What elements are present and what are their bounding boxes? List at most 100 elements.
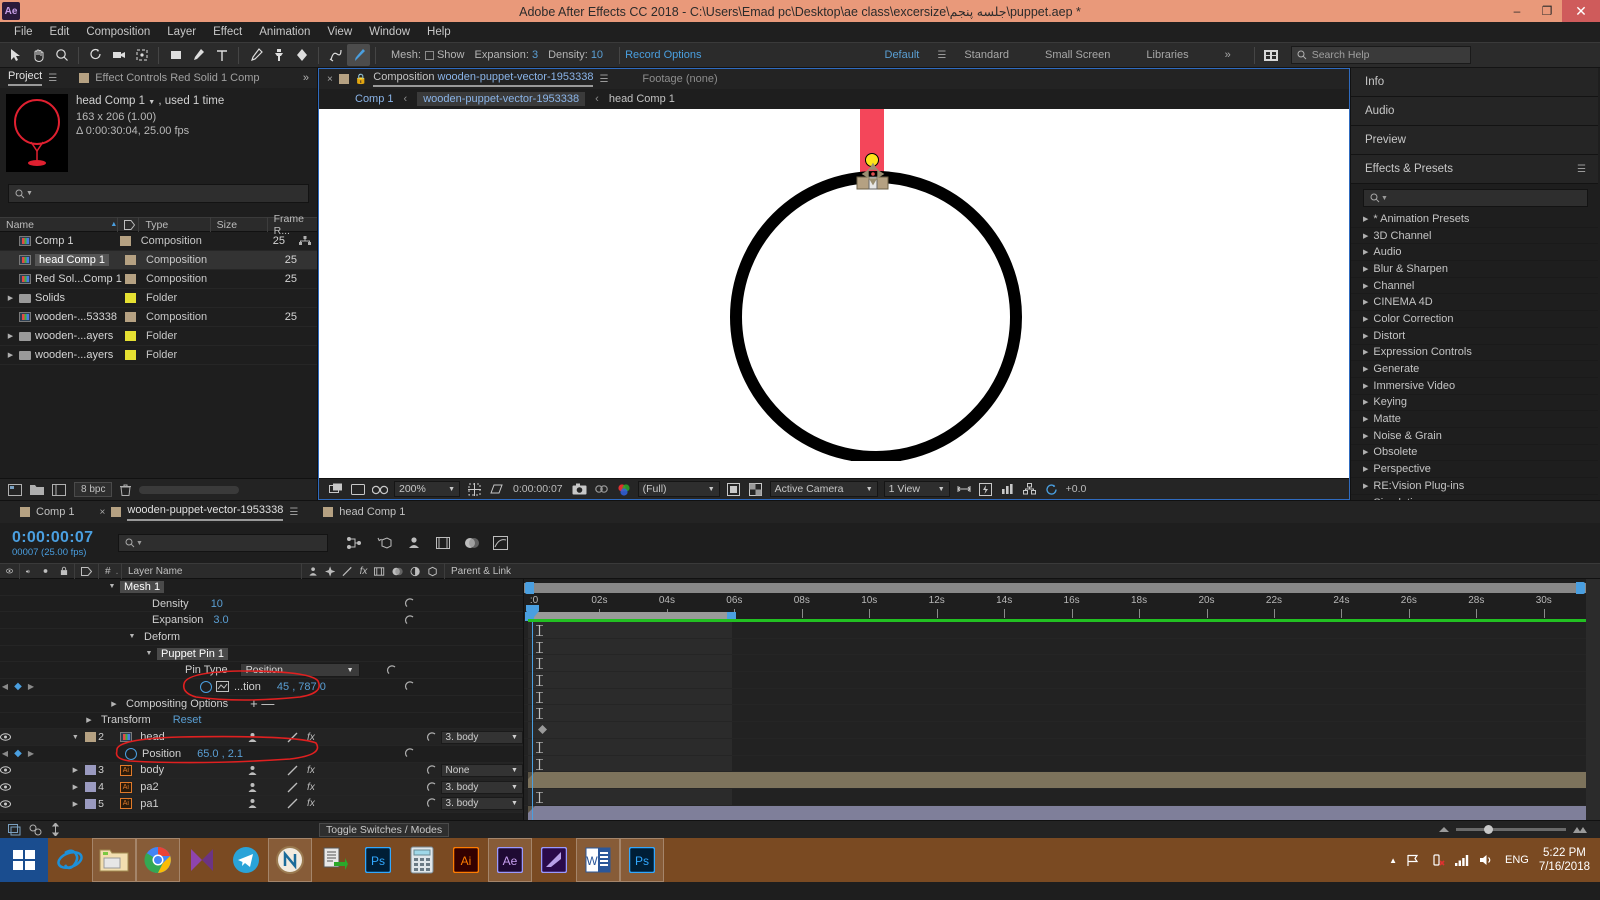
effect-category-row[interactable]: ▶ Channel (1351, 278, 1598, 295)
3d-glasses-icon[interactable] (369, 480, 391, 498)
layer-name[interactable]: head (136, 731, 247, 743)
grid-guides-icon[interactable] (463, 480, 485, 498)
new-comp-icon[interactable] (8, 483, 22, 496)
column-label-swatch[interactable] (118, 217, 140, 232)
tab-effect-controls[interactable]: Effect Controls Red Solid 1 Comp (95, 72, 259, 84)
density-value[interactable]: 10 (591, 49, 603, 61)
effect-category-row[interactable]: ▶ Expression Controls (1351, 345, 1598, 362)
timeline-property-row[interactable]: ▼ Puppet Pin 1 (0, 646, 523, 663)
type-tool-icon[interactable] (210, 44, 233, 66)
breadcrumb-head-comp[interactable]: head Comp 1 (609, 93, 675, 105)
menu-item-animation[interactable]: Animation (251, 24, 318, 40)
disclosure-triangle-icon[interactable]: ▶ (1363, 265, 1368, 273)
eraser-tool-icon[interactable] (290, 44, 313, 66)
label-color-swatch[interactable] (119, 236, 131, 246)
start-button[interactable] (0, 838, 48, 882)
timeline-ruler[interactable]: :0 02s 04s 06s 08s 10s 12s 14s 16s 18s 20s 22s 24s 26… (524, 579, 1586, 621)
timeline-track-row[interactable] (524, 788, 1586, 806)
rectangle-tool-icon[interactable] (164, 44, 187, 66)
search-dropdown-icon[interactable]: ▼ (26, 190, 33, 197)
taskbar-illustrator-icon[interactable]: Ai (444, 838, 488, 882)
column-layer-name[interactable]: Layer Name (122, 563, 302, 579)
label-color-swatch[interactable] (125, 350, 136, 360)
timeline-property-row[interactable]: ▶ Transform Reset (0, 713, 523, 730)
hand-tool-icon[interactable] (27, 44, 50, 66)
toggle-switches-modes-button[interactable]: Toggle Switches / Modes (319, 822, 450, 837)
rotation-tool-icon[interactable] (84, 44, 107, 66)
timeline-property-row[interactable]: ◀ ◆ ▶ ...tion 45 , 787.0 (0, 679, 523, 696)
layer-visibility-toggle[interactable] (0, 783, 19, 791)
group-disclosure-icon[interactable]: ▼ (124, 633, 140, 640)
clock[interactable]: 5:22 PM 7/16/2018 (1539, 846, 1590, 874)
timeline-track-row[interactable] (524, 638, 1586, 656)
timeline-tab[interactable]: Comp 1 (20, 506, 75, 518)
effect-category-row[interactable]: ▶ Obsolete (1351, 445, 1598, 462)
group-value[interactable]: Reset (173, 714, 202, 726)
composition-canvas[interactable] (319, 109, 1349, 478)
column-number[interactable]: #. (99, 563, 122, 579)
network-icon[interactable] (1431, 853, 1445, 867)
property-value[interactable]: 3.0 (213, 614, 228, 626)
timeline-track-row[interactable] (524, 688, 1586, 706)
timeline-track-row[interactable] (524, 772, 1586, 789)
effect-category-row[interactable]: ▶ * Animation Presets (1351, 211, 1598, 228)
layer-name[interactable]: pa1 (136, 798, 247, 810)
timeline-track-row[interactable] (524, 622, 1586, 639)
timeline-track-row[interactable] (524, 755, 1586, 773)
layer-label-swatch[interactable] (83, 798, 98, 809)
effect-category-row[interactable]: ▶ Noise & Grain (1351, 428, 1598, 445)
shy-icon[interactable] (247, 798, 258, 809)
action-center-flag-icon[interactable] (1407, 854, 1421, 867)
effect-category-row[interactable]: ▶ RE:Vision Plug-ins (1351, 478, 1598, 495)
expansion-value[interactable]: 3 (532, 49, 538, 61)
transparency-grid-icon[interactable] (347, 480, 369, 498)
playhead-marker[interactable] (526, 605, 539, 619)
layer-disclosure-icon[interactable]: ▼ (68, 734, 83, 741)
workspace-libraries[interactable]: Libraries (1128, 49, 1206, 61)
project-list-item[interactable]: Comp 1 Composition 25 (0, 232, 317, 251)
timeline-track-row[interactable] (524, 705, 1586, 723)
menu-item-edit[interactable]: Edit (42, 24, 78, 40)
item-dropdown-icon[interactable]: ▼ (148, 99, 155, 106)
column-parent-link[interactable]: Parent & Link (445, 563, 560, 579)
layer-name[interactable]: body (136, 764, 247, 776)
graph-editor-icon[interactable] (493, 536, 508, 550)
timeline-zoom-slider[interactable] (1456, 825, 1566, 834)
group-name[interactable]: Transform (97, 714, 155, 726)
group-disclosure-icon[interactable]: ▼ (141, 650, 157, 657)
property-value[interactable]: 10 (211, 598, 223, 610)
disclosure-triangle-icon[interactable]: ▶ (1363, 348, 1368, 356)
show-snapshot-icon[interactable] (591, 480, 613, 498)
expression-pickwhip-icon[interactable] (404, 614, 415, 626)
taskbar-word-icon[interactable]: W (576, 838, 620, 882)
taskbar-photoshop-icon[interactable]: Ps (356, 838, 400, 882)
menu-item-effect[interactable]: Effect (205, 24, 250, 40)
property-value[interactable]: 45 , 787.0 (277, 681, 326, 693)
quality-icon[interactable] (287, 798, 298, 809)
parent-pickwhip-icon[interactable] (423, 731, 440, 743)
search-help-field[interactable]: Search Help (1290, 46, 1471, 64)
reset-exposure-icon[interactable] (1041, 480, 1063, 498)
shy-icon[interactable] (247, 732, 258, 743)
roto-brush-tool-icon[interactable] (324, 44, 347, 66)
zoom-out-icon[interactable] (1438, 826, 1450, 833)
quality-icon[interactable] (287, 732, 298, 743)
group-name[interactable]: Puppet Pin 1 (157, 647, 228, 660)
project-menu-icon[interactable]: ☰ (48, 73, 57, 84)
prev-keyframe-icon[interactable]: ◀ (0, 682, 10, 691)
label-color-swatch[interactable] (125, 312, 136, 322)
zoom-in-icon[interactable] (1572, 826, 1588, 834)
taskbar-nero-icon[interactable] (268, 838, 312, 882)
layer-visibility-toggle[interactable] (0, 800, 19, 808)
graph-editor-set-icon[interactable] (216, 681, 229, 693)
layer-duration-bar[interactable] (528, 805, 1586, 820)
taskbar-calculator-icon[interactable] (400, 838, 444, 882)
project-settings-icon[interactable] (52, 483, 66, 496)
disclosure-triangle-icon[interactable]: ▶ (1363, 215, 1368, 223)
effect-category-row[interactable]: ▶ Blur & Sharpen (1351, 261, 1598, 278)
menu-item-window[interactable]: Window (361, 24, 418, 40)
effect-category-row[interactable]: ▶ Perspective (1351, 461, 1598, 478)
workspace-small-screen[interactable]: Small Screen (1027, 49, 1128, 61)
layer-duration-bar[interactable] (528, 772, 1586, 788)
layer-disclosure-icon[interactable]: ▶ (68, 800, 83, 808)
